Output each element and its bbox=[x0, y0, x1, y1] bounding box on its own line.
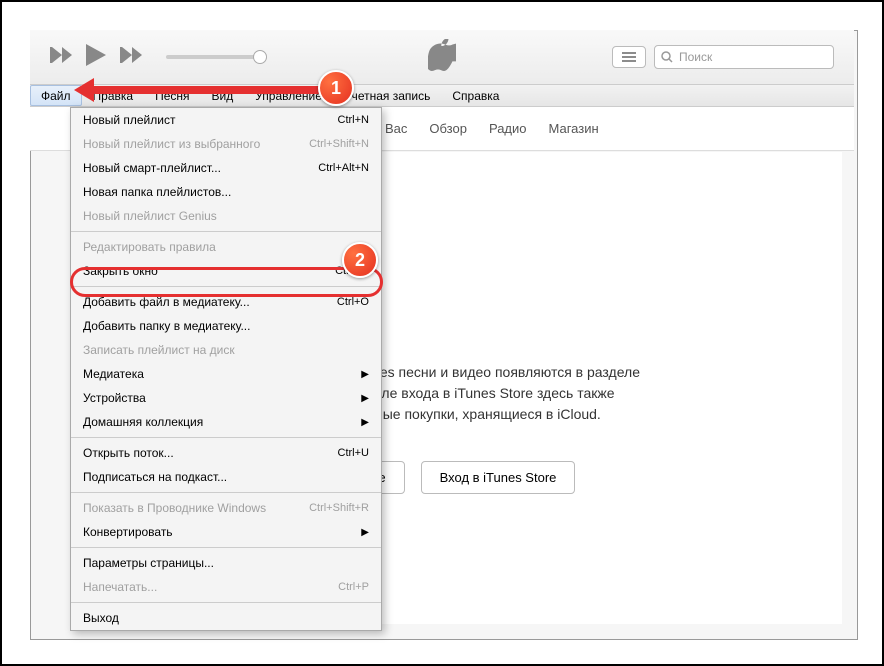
menu-item: Записать плейлист на диск bbox=[71, 338, 381, 362]
tab-radio[interactable]: Радио bbox=[489, 121, 527, 136]
menu-item[interactable]: Открыть поток...Ctrl+U bbox=[71, 441, 381, 465]
menu-file[interactable]: Файл bbox=[30, 85, 82, 106]
menu-item[interactable]: Медиатека▶ bbox=[71, 362, 381, 386]
menu-item: Напечатать...Ctrl+P bbox=[71, 575, 381, 599]
menu-edit[interactable]: Правка bbox=[82, 85, 145, 106]
menu-item[interactable]: Подписаться на подкаст... bbox=[71, 465, 381, 489]
chevron-right-icon: ▶ bbox=[361, 369, 369, 380]
menu-item: Новый плейлист Genius bbox=[71, 204, 381, 228]
menu-item[interactable]: Новый плейлистCtrl+N bbox=[71, 108, 381, 132]
chevron-right-icon: ▶ bbox=[361, 393, 369, 404]
list-view-toggle[interactable] bbox=[612, 46, 646, 68]
menu-item[interactable]: Устройства▶ bbox=[71, 386, 381, 410]
menu-item[interactable]: Добавить папку в медиатеку... bbox=[71, 314, 381, 338]
tab-browse[interactable]: Обзор bbox=[429, 121, 467, 136]
search-placeholder: Поиск bbox=[679, 50, 712, 64]
volume-slider[interactable] bbox=[166, 55, 261, 59]
menu-item: Показать в Проводнике WindowsCtrl+Shift+… bbox=[71, 496, 381, 520]
menu-item[interactable]: Конвертировать▶ bbox=[71, 520, 381, 544]
menu-item[interactable]: Новый смарт-плейлист...Ctrl+Alt+N bbox=[71, 156, 381, 180]
menubar: Файл Правка Песня Вид Управление Учетная… bbox=[30, 85, 854, 107]
chevron-right-icon: ▶ bbox=[361, 527, 369, 538]
menu-item[interactable]: Параметры страницы... bbox=[71, 551, 381, 575]
next-track-button[interactable] bbox=[120, 47, 142, 68]
previous-track-button[interactable] bbox=[50, 47, 72, 68]
menu-item: Новый плейлист из выбранногоCtrl+Shift+N bbox=[71, 132, 381, 156]
apple-logo-icon bbox=[428, 39, 456, 76]
play-button[interactable] bbox=[86, 44, 106, 71]
menu-controls[interactable]: Управление bbox=[244, 85, 333, 106]
file-menu-dropdown: Новый плейлистCtrl+NНовый плейлист из вы… bbox=[70, 107, 382, 631]
menu-view[interactable]: Вид bbox=[201, 85, 245, 106]
signin-store-button[interactable]: Вход в iTunes Store bbox=[421, 461, 576, 494]
menu-item[interactable]: Добавить файл в медиатеку...Ctrl+O bbox=[71, 290, 381, 314]
menu-song[interactable]: Песня bbox=[144, 85, 200, 106]
menu-item[interactable]: Закрыть окноCtrl+W bbox=[71, 259, 381, 283]
menu-item[interactable]: Выход bbox=[71, 606, 381, 630]
menu-item[interactable]: Новая папка плейлистов... bbox=[71, 180, 381, 204]
menu-help[interactable]: Справка bbox=[441, 85, 510, 106]
tab-store[interactable]: Магазин bbox=[549, 121, 599, 136]
menu-account[interactable]: Учетная запись bbox=[333, 85, 441, 106]
menu-item[interactable]: Домашняя коллекция▶ bbox=[71, 410, 381, 434]
search-input[interactable]: Поиск bbox=[654, 45, 834, 69]
player-toolbar: Поиск bbox=[30, 30, 854, 85]
menu-item: Редактировать правила bbox=[71, 235, 381, 259]
chevron-right-icon: ▶ bbox=[361, 417, 369, 428]
search-icon bbox=[661, 51, 673, 63]
